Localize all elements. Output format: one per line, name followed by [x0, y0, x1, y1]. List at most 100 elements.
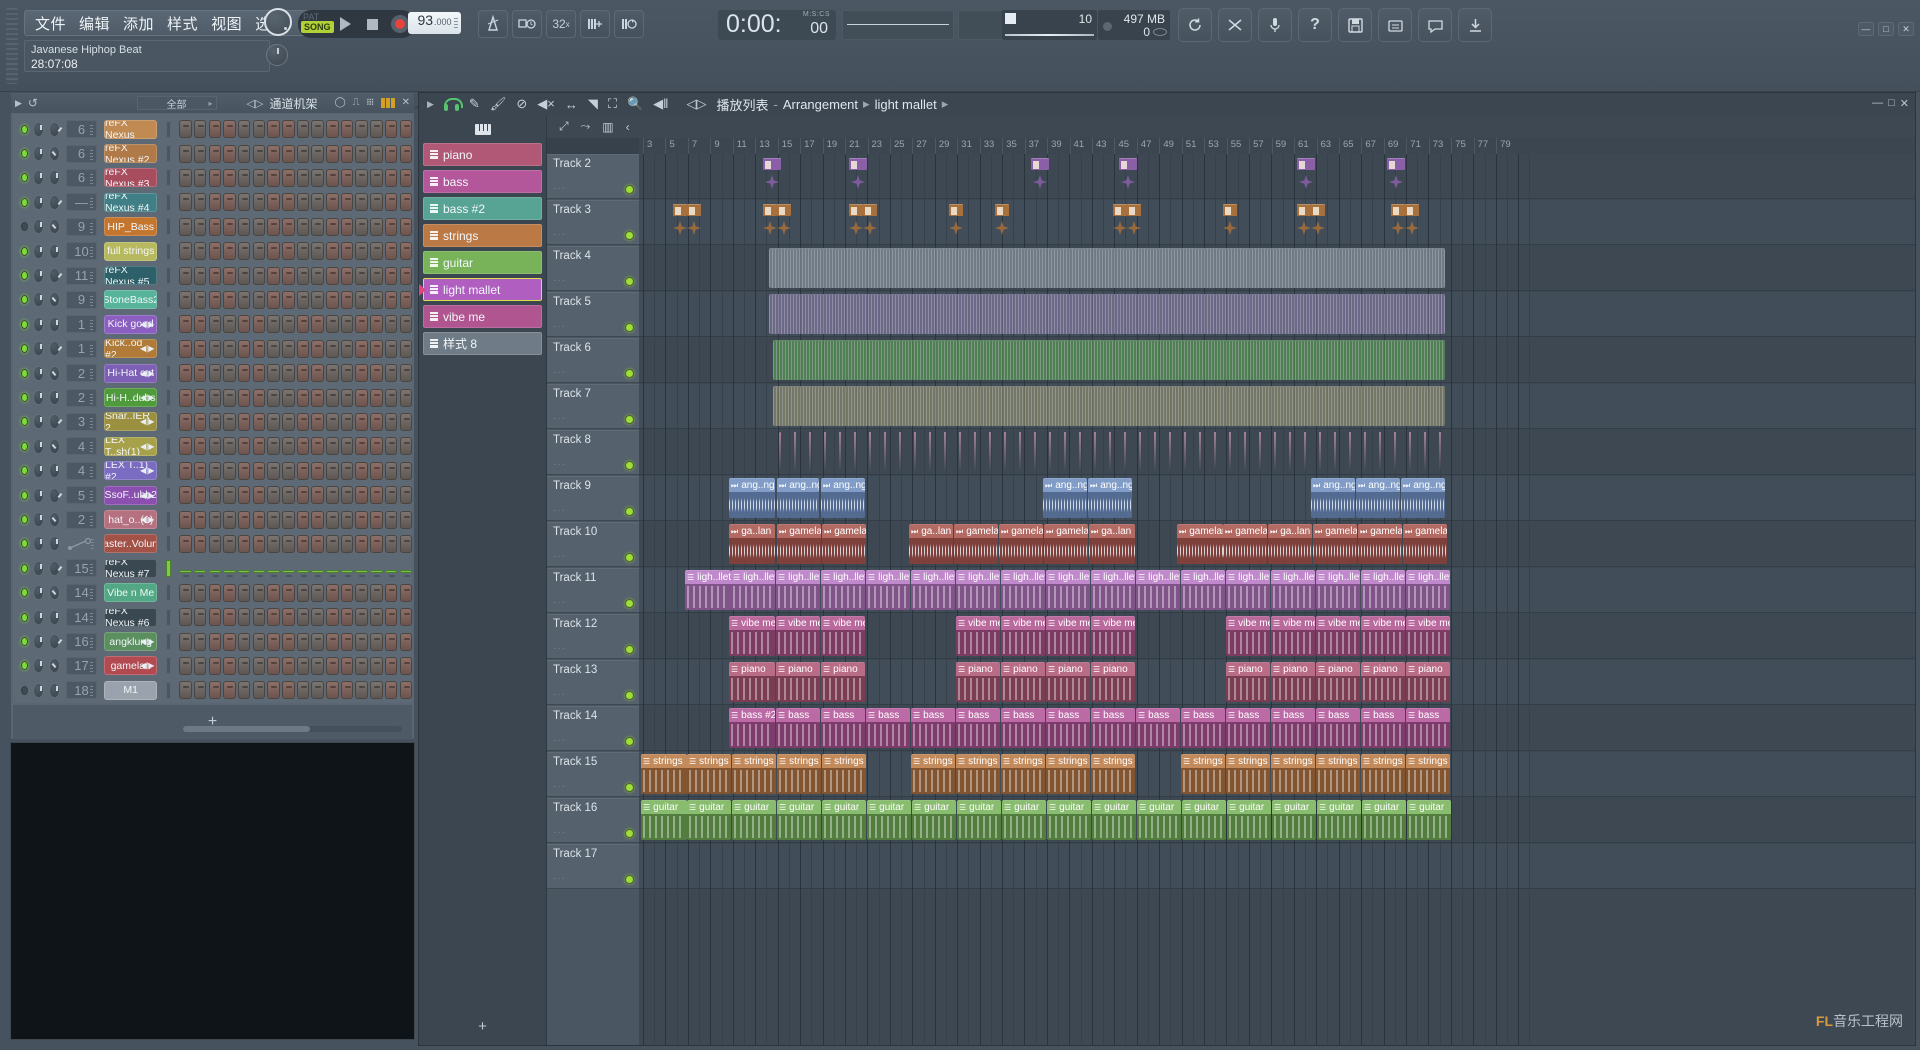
step-button[interactable]	[282, 193, 295, 212]
playlist-clip[interactable]	[1405, 204, 1419, 235]
menu-item-4[interactable]: 视图	[211, 13, 242, 34]
step-button[interactable]	[223, 570, 236, 578]
timeline-ruler[interactable]: 3 5 7 9 11 13 15 17 19 21 23 25 27 29 31 33 35 37 39 41 43 45…	[639, 138, 1915, 154]
track-enable-led[interactable]	[625, 277, 634, 286]
step-button[interactable]	[370, 193, 383, 212]
playlist-clip[interactable]: ☰ piano	[1091, 662, 1135, 702]
channel-level-bar[interactable]	[166, 608, 172, 626]
step-button[interactable]	[179, 364, 192, 383]
step-button[interactable]	[399, 168, 412, 187]
channel-mixer-number[interactable]: 4	[65, 461, 98, 480]
step-button[interactable]	[193, 461, 207, 480]
step-button[interactable]	[340, 656, 354, 675]
playlist-clip[interactable]: ☰ strings	[1406, 754, 1450, 794]
playlist-clip[interactable]: ☰ vibe me	[1316, 616, 1360, 656]
track-header[interactable]: Track 12 ···	[547, 614, 639, 659]
step-button[interactable]	[296, 510, 310, 529]
step-button[interactable]	[326, 608, 339, 627]
playlist-clip[interactable]: ☰ strings	[1226, 754, 1270, 794]
pattern-item[interactable]: light mallet	[419, 278, 542, 301]
channel-name-button[interactable]: HIP_Bass	[104, 217, 158, 237]
step-button[interactable]	[179, 144, 192, 163]
channel-name-button[interactable]: Hi-Hat cut ◀|▶	[104, 363, 158, 383]
step-button[interactable]	[311, 193, 324, 212]
track-enable-led[interactable]	[625, 553, 634, 562]
channel-mixer-number[interactable]: 3	[65, 412, 98, 431]
playlist-clip[interactable]	[1387, 158, 1405, 189]
channel-level-bar[interactable]	[166, 315, 172, 333]
channel-pan-knob[interactable]	[32, 121, 44, 137]
step-button[interactable]	[267, 437, 280, 456]
step-button[interactable]	[311, 461, 324, 480]
step-sequencer-row[interactable]	[179, 217, 412, 236]
metronome-icon[interactable]	[478, 10, 508, 38]
step-button[interactable]	[370, 486, 383, 505]
step-button[interactable]	[193, 242, 207, 261]
playlist-clip[interactable]: ☰ ligh..llet	[1181, 570, 1225, 610]
step-sequencer-row[interactable]	[179, 168, 412, 187]
step-button[interactable]	[208, 388, 222, 407]
step-button[interactable]	[179, 570, 192, 578]
step-button[interactable]	[399, 144, 412, 163]
step-button[interactable]	[355, 290, 368, 309]
channel-mute-led[interactable]	[21, 393, 28, 403]
channel-volume-knob[interactable]	[48, 585, 60, 601]
step-button[interactable]	[355, 144, 368, 163]
playlist-clip[interactable]: ☰ piano	[1316, 662, 1360, 702]
step-button[interactable]	[252, 486, 266, 505]
step-button[interactable]	[223, 412, 236, 431]
step-sequencer-row[interactable]	[179, 656, 412, 675]
step-button[interactable]	[340, 339, 354, 358]
crk-arrow-icon[interactable]: ▶	[15, 98, 22, 109]
step-button[interactable]	[267, 217, 280, 236]
channel-name-button[interactable]: reFX Nexus #5	[104, 266, 158, 286]
playlist-clip[interactable]: ☰ guitar	[1182, 800, 1226, 840]
playlist-clip[interactable]: ☰ guitar	[912, 800, 956, 840]
step-button[interactable]	[355, 437, 368, 456]
playlist-clip[interactable]: ☰ ligh..llet	[685, 570, 731, 610]
step-button[interactable]	[355, 193, 368, 212]
channel-pan-knob[interactable]	[32, 390, 44, 406]
channel-mixer-number[interactable]: 1	[65, 315, 98, 334]
slice-icon[interactable]: ◥	[588, 96, 598, 112]
playlist-minimize-button[interactable]: —	[1872, 97, 1883, 110]
step-button[interactable]	[282, 632, 295, 651]
step-button[interactable]	[252, 461, 266, 480]
playlist-clip[interactable]: ☰ vibe me	[1406, 616, 1450, 656]
step-button[interactable]	[282, 461, 295, 480]
channel-mixer-number[interactable]: 4	[65, 437, 98, 456]
track-enable-led[interactable]	[625, 507, 634, 516]
playlist-clip[interactable]	[769, 294, 1445, 334]
step-button[interactable]	[223, 388, 236, 407]
step-button[interactable]	[282, 290, 295, 309]
step-button[interactable]	[340, 168, 354, 187]
step-button[interactable]	[311, 412, 324, 431]
channel-pan-knob[interactable]	[32, 341, 44, 357]
step-button[interactable]	[179, 608, 192, 627]
playlist-clip[interactable]: ☰ bass	[821, 708, 865, 748]
playlist-clip[interactable]: ⏭ang..ng	[777, 478, 819, 518]
step-button[interactable]	[340, 217, 354, 236]
track-menu-icon[interactable]: ···	[553, 643, 566, 654]
track-header[interactable]: Track 10 ···	[547, 522, 639, 567]
track-enable-led[interactable]	[625, 645, 634, 654]
channel-name-button[interactable]: hat_o..(1) ◀|▶	[104, 510, 158, 530]
playlist-clip[interactable]: ☰ vibe me	[956, 616, 1000, 656]
step-button[interactable]	[179, 242, 192, 261]
step-button[interactable]	[296, 290, 310, 309]
step-button[interactable]	[252, 168, 266, 187]
step-button[interactable]	[355, 242, 368, 261]
playlist-clip[interactable]: ☰ vibe me	[1001, 616, 1045, 656]
step-button[interactable]	[370, 339, 383, 358]
playlist-window-controls[interactable]: — □ ✕	[1872, 97, 1909, 110]
playlist-clip[interactable]: ☰ bass	[1001, 708, 1045, 748]
menu-item-2[interactable]: 添加	[123, 13, 154, 34]
track-menu-icon[interactable]: ···	[553, 367, 566, 378]
chat-icon[interactable]	[1418, 8, 1452, 42]
step-add-icon[interactable]	[580, 10, 610, 38]
step-button[interactable]	[384, 461, 398, 480]
playlist-clip[interactable]: ☰ guitar	[867, 800, 911, 840]
channel-pan-knob[interactable]	[32, 487, 44, 503]
playlist-clip[interactable]: ☰ strings	[777, 754, 821, 794]
step-button[interactable]	[370, 437, 383, 456]
